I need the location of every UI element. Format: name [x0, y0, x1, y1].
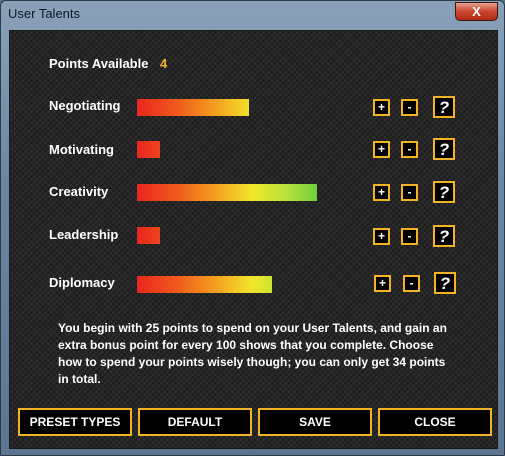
points-available-label: Points Available [49, 56, 149, 71]
talent-bar-motivating [137, 141, 160, 158]
diplomacy-plus-button[interactable]: + [374, 275, 391, 292]
default-button[interactable]: DEFAULT [138, 408, 252, 436]
motivating-plus-button[interactable]: + [373, 141, 390, 158]
title-bar[interactable]: User Talents X [1, 1, 504, 27]
talent-bar-creativity [137, 184, 317, 201]
negotiating-plus-button[interactable]: + [373, 99, 390, 116]
diplomacy-minus-button[interactable]: - [403, 275, 420, 292]
close-button[interactable]: CLOSE [378, 408, 492, 436]
leadership-plus-button[interactable]: + [373, 228, 390, 245]
talent-bar-leadership [137, 227, 160, 244]
talents-description: You begin with 25 points to spend on you… [58, 321, 447, 386]
talent-label-leadership: Leadership [49, 227, 119, 242]
talent-bar-diplomacy [137, 276, 272, 293]
negotiating-help-button[interactable]: ? [433, 96, 455, 118]
save-button[interactable]: SAVE [258, 408, 372, 436]
leadership-minus-button[interactable]: - [401, 228, 418, 245]
talent-bar-negotiating [137, 99, 249, 116]
talent-label-motivating: Motivating [49, 142, 114, 157]
creativity-plus-button[interactable]: + [373, 184, 390, 201]
points-available-value: 4 [160, 56, 168, 71]
preset-types-button[interactable]: PRESET TYPES [18, 408, 132, 436]
motivating-help-button[interactable]: ? [433, 138, 455, 160]
window-title: User Talents [8, 6, 81, 21]
window-close-button[interactable]: X [455, 2, 498, 21]
talent-label-diplomacy: Diplomacy [49, 275, 115, 290]
creativity-minus-button[interactable]: - [401, 184, 418, 201]
talents-panel: Points Available 4 Negotiating + - ? Mot… [9, 30, 498, 449]
leadership-help-button[interactable]: ? [433, 225, 455, 247]
talent-label-negotiating: Negotiating [49, 98, 121, 113]
talent-label-creativity: Creativity [49, 184, 109, 199]
motivating-minus-button[interactable]: - [401, 141, 418, 158]
user-talents-window: User Talents X Points Available 4 Negoti… [0, 0, 505, 456]
negotiating-minus-button[interactable]: - [401, 99, 418, 116]
diplomacy-help-button[interactable]: ? [434, 272, 456, 294]
creativity-help-button[interactable]: ? [433, 181, 455, 203]
